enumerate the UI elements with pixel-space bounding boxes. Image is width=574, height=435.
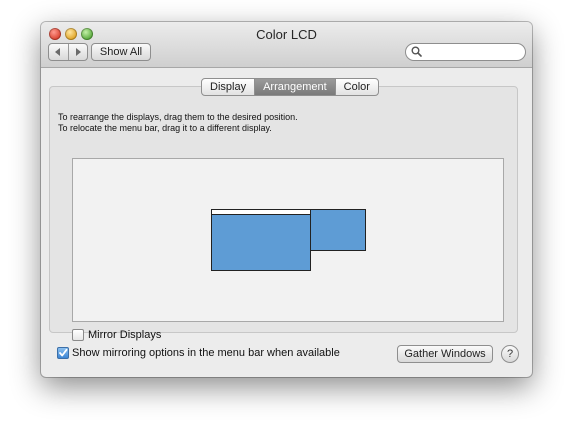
instruction-menu-bar: To relocate the menu bar, drag it to a d…: [58, 123, 272, 133]
chevron-left-icon: [55, 48, 61, 56]
chevron-right-icon: [75, 48, 81, 56]
forward-button[interactable]: [67, 44, 88, 60]
search-icon: [411, 46, 422, 57]
menu-bar-handle[interactable]: [212, 210, 310, 215]
show-mirroring-checkbox[interactable]: [57, 347, 69, 359]
back-forward-control: [48, 43, 88, 61]
tab-bar: Display Arrangement Color: [201, 78, 379, 96]
show-all-button[interactable]: Show All: [91, 43, 151, 61]
back-button[interactable]: [49, 44, 68, 60]
secondary-display[interactable]: [310, 209, 366, 251]
mirror-displays-label: Mirror Displays: [88, 329, 162, 341]
preferences-window: Color LCD Show All Display Arrangement C…: [41, 22, 532, 377]
tab-color[interactable]: Color: [334, 79, 378, 95]
instruction-rearrange: To rearrange the displays, drag them to …: [58, 112, 298, 122]
search-field[interactable]: [405, 43, 526, 61]
main-display[interactable]: [211, 209, 311, 271]
instructions: To rearrange the displays, drag them to …: [58, 112, 298, 134]
mirror-displays-option[interactable]: Mirror Displays: [72, 329, 161, 341]
arrangement-pane: To rearrange the displays, drag them to …: [49, 86, 518, 341]
display-arrangement-area: [72, 158, 504, 322]
mirror-displays-checkbox[interactable]: [72, 329, 84, 341]
show-mirroring-option[interactable]: Show mirroring options in the menu bar w…: [57, 347, 340, 359]
window-title: Color LCD: [256, 27, 317, 42]
tab-arrangement[interactable]: Arrangement: [254, 79, 335, 95]
tab-display[interactable]: Display: [202, 79, 254, 95]
title-bar: Color LCD Show All: [41, 22, 532, 68]
gather-windows-button[interactable]: Gather Windows: [397, 345, 493, 363]
checkmark-icon: [59, 348, 68, 357]
show-mirroring-label: Show mirroring options in the menu bar w…: [72, 347, 340, 359]
help-button[interactable]: ?: [501, 345, 519, 363]
search-input[interactable]: [424, 44, 520, 60]
